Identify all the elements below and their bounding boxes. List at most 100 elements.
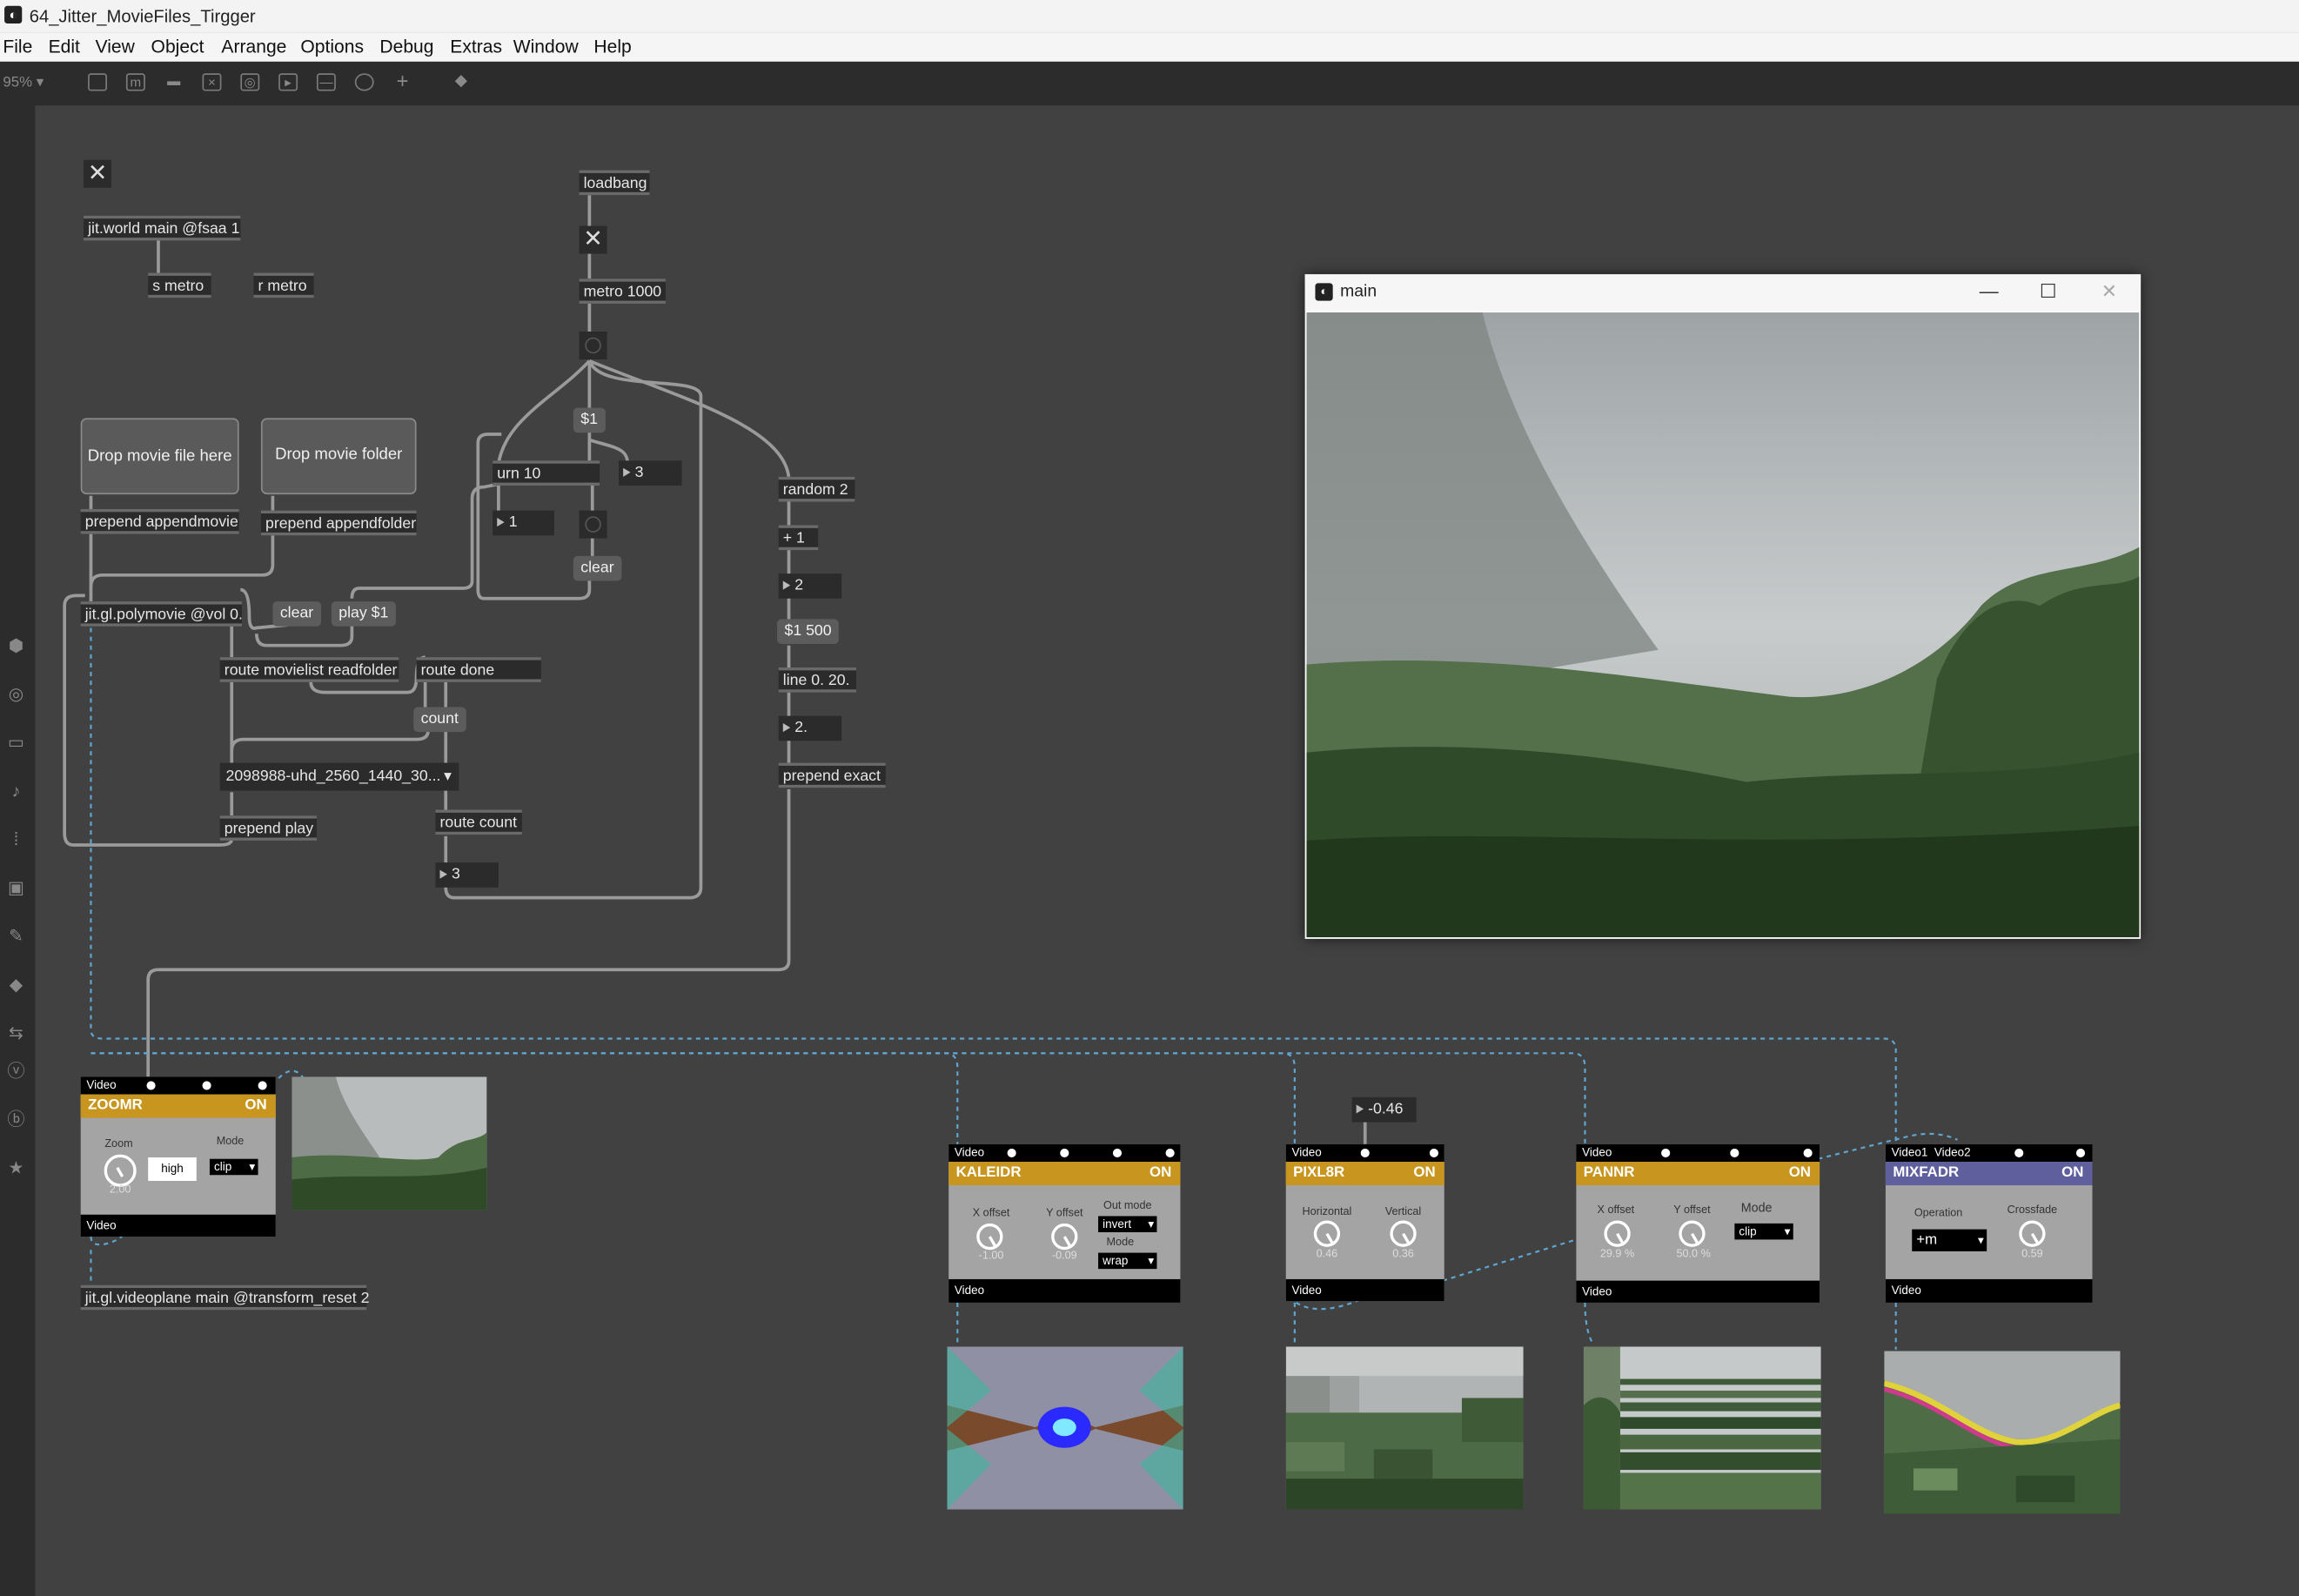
inlet-dot[interactable] [1429,1148,1438,1158]
pannr-module[interactable]: Video PANNR ON X offset 29.9 % Y offset 5… [1576,1143,1820,1303]
mixfadr-module[interactable]: Video1 Video2 MIXFADR ON Operation +m Cro… [1885,1143,2093,1303]
vertical-dial[interactable] [1390,1220,1417,1247]
mode-dropdown[interactable]: clip [1734,1223,1793,1240]
line-object[interactable]: line 0. 20. [778,667,857,693]
pannr-on-toggle[interactable]: ON [1789,1162,1811,1185]
mixfadr-on-toggle[interactable]: ON [2061,1162,2083,1185]
inlet-dot[interactable] [2014,1148,2024,1158]
minimize-icon[interactable]: — [1980,280,1999,302]
y-offset-dial[interactable] [1679,1220,1706,1247]
video2-inlet-label: Video2 [1934,1145,1971,1159]
inlet-dot[interactable] [1730,1148,1739,1158]
pixl8r-outlet-bar: Video [1285,1278,1444,1302]
inlet-dot[interactable] [258,1081,267,1090]
prepend-play-object[interactable]: prepend play [219,815,317,841]
mode-dropdown[interactable]: clip [209,1158,258,1176]
route-done-object[interactable]: route done [416,657,541,682]
main-render-window[interactable]: ◐ main — ☐ ✕ [1304,274,2141,939]
urn-number-left[interactable]: 1 [493,510,554,536]
pixl8r-name: PIXL8R [1293,1164,1345,1181]
send-metro-object[interactable]: s metro [148,272,211,298]
clear-message[interactable]: clear [272,601,321,627]
metro-object[interactable]: metro 1000 [579,278,666,304]
movie-list-menu[interactable]: 2098988-uhd_2560_1440_30... ▾ [219,762,459,791]
close-icon[interactable]: ✕ [2101,280,2117,304]
movie-list-selected: 2098988-uhd_2560_1440_30... [225,767,441,785]
kaleidr-inlet-label: Video [954,1145,985,1159]
out-mode-dropdown[interactable]: invert [1098,1216,1157,1232]
drop-movie-folder-zone[interactable]: Drop movie folder [260,418,417,495]
pixl8r-input-number[interactable]: -0.46 [1351,1096,1417,1123]
metro-toggle[interactable]: ✕ [579,225,607,254]
pannr-name: PANNR [1583,1164,1635,1181]
inlet-dot[interactable] [1007,1148,1016,1158]
prepend-exact-object[interactable]: prepend exact [778,762,886,788]
kaleidr-preview [947,1346,1183,1510]
x-offset-label: X offset [1597,1203,1635,1217]
play-message[interactable]: play $1 [331,601,396,627]
zoomr-inlet-bar: Video [80,1076,276,1095]
urn-object[interactable]: urn 10 [493,460,600,486]
plus1-object[interactable]: + 1 [778,525,819,551]
mixfadr-header: MIXFADR ON [1885,1162,2093,1186]
random-number[interactable]: 2 [778,573,842,599]
vertical-value: 0.36 [1392,1246,1414,1261]
zoom-label: Zoom [104,1137,133,1150]
loadbang-object[interactable]: loadbang [579,170,650,196]
x-offset-dial[interactable] [1604,1220,1631,1247]
pixl8r-module[interactable]: Video PIXL8R ON Horizontal 0.46 Vertical … [1285,1143,1444,1302]
kaleidr-outlet-label: Video [954,1283,985,1298]
zoomr-on-toggle[interactable]: ON [245,1095,266,1118]
receive-metro-object[interactable]: r metro [253,272,314,298]
count-message[interactable]: count [413,707,466,733]
y-offset-dial[interactable] [1051,1223,1078,1251]
random-object[interactable]: random 2 [778,476,855,502]
kaleidr-outlet-bar: Video [948,1278,1181,1303]
zoomr-module[interactable]: Video ZOOMR ON Zoom 2.00 high Mode clip V… [80,1076,276,1237]
jit-gl-polymovie-object[interactable]: jit.gl.polymovie @vol 0. [80,601,243,627]
route-count-object[interactable]: route count [435,809,522,835]
operation-dropdown[interactable]: +m [1912,1229,1987,1251]
dollar1-500-message[interactable]: $1 500 [777,619,840,645]
world-enable-toggle[interactable]: ✕ [84,159,112,188]
pixl8r-on-toggle[interactable]: ON [1413,1162,1435,1185]
horizontal-dial[interactable] [1313,1220,1341,1247]
pixl8r-inlet-bar: Video [1285,1143,1444,1163]
inlet-dot[interactable] [1661,1148,1671,1158]
max-app-icon: ◐ [1315,283,1333,301]
urn-bang-button[interactable] [579,510,607,539]
drop-movie-file-zone[interactable]: Drop movie file here [80,418,239,495]
metro-bang-button[interactable] [579,331,607,359]
count-number[interactable]: 3 [435,862,499,888]
render-window-titlebar[interactable]: ◐ main — ☐ ✕ [1304,274,2141,312]
kaleidr-module[interactable]: Video KALEIDR ON X offset -1.00 Y offset … [948,1143,1181,1303]
quality-button[interactable]: high [148,1157,197,1181]
mode-label: Mode [1106,1235,1135,1249]
inlet-dot[interactable] [1165,1148,1175,1158]
inlet-dot[interactable] [1360,1148,1370,1158]
inlet-dot[interactable] [1060,1148,1069,1158]
jit-world-object[interactable]: jit.world main @fsaa 1 [84,215,241,241]
x-offset-label: X offset [972,1205,1010,1219]
inlet-dot[interactable] [202,1081,211,1090]
prepend-appendfolder-object[interactable]: prepend appendfolder [260,510,417,536]
maximize-icon[interactable]: ☐ [2040,280,2057,304]
inlet-dot[interactable] [1803,1148,1813,1158]
inlet-dot[interactable] [146,1081,156,1090]
prepend-appendmovie-object[interactable]: prepend appendmovie [80,508,239,534]
pannr-outlet-label: Video [1582,1284,1612,1298]
clear-urn-message[interactable]: clear [573,555,622,581]
inlet-dot[interactable] [1112,1148,1123,1158]
dollar1-message[interactable]: $1 [573,407,606,433]
jit-gl-videoplane-object[interactable]: jit.gl.videoplane main @transform_reset … [80,1284,369,1311]
urn-number-right[interactable]: 3 [619,460,682,486]
inlet-dot[interactable] [2075,1148,2086,1158]
line-number[interactable]: 2. [778,715,842,741]
route-movielist-object[interactable]: route movielist readfolder [219,657,399,682]
mode-dropdown[interactable]: wrap [1098,1252,1157,1270]
y-offset-label: Y offset [1673,1203,1711,1217]
x-offset-dial[interactable] [976,1223,1003,1251]
render-window-title: main [1340,283,1377,301]
kaleidr-on-toggle[interactable]: ON [1150,1162,1171,1185]
crossfade-dial[interactable] [2019,1220,2046,1247]
